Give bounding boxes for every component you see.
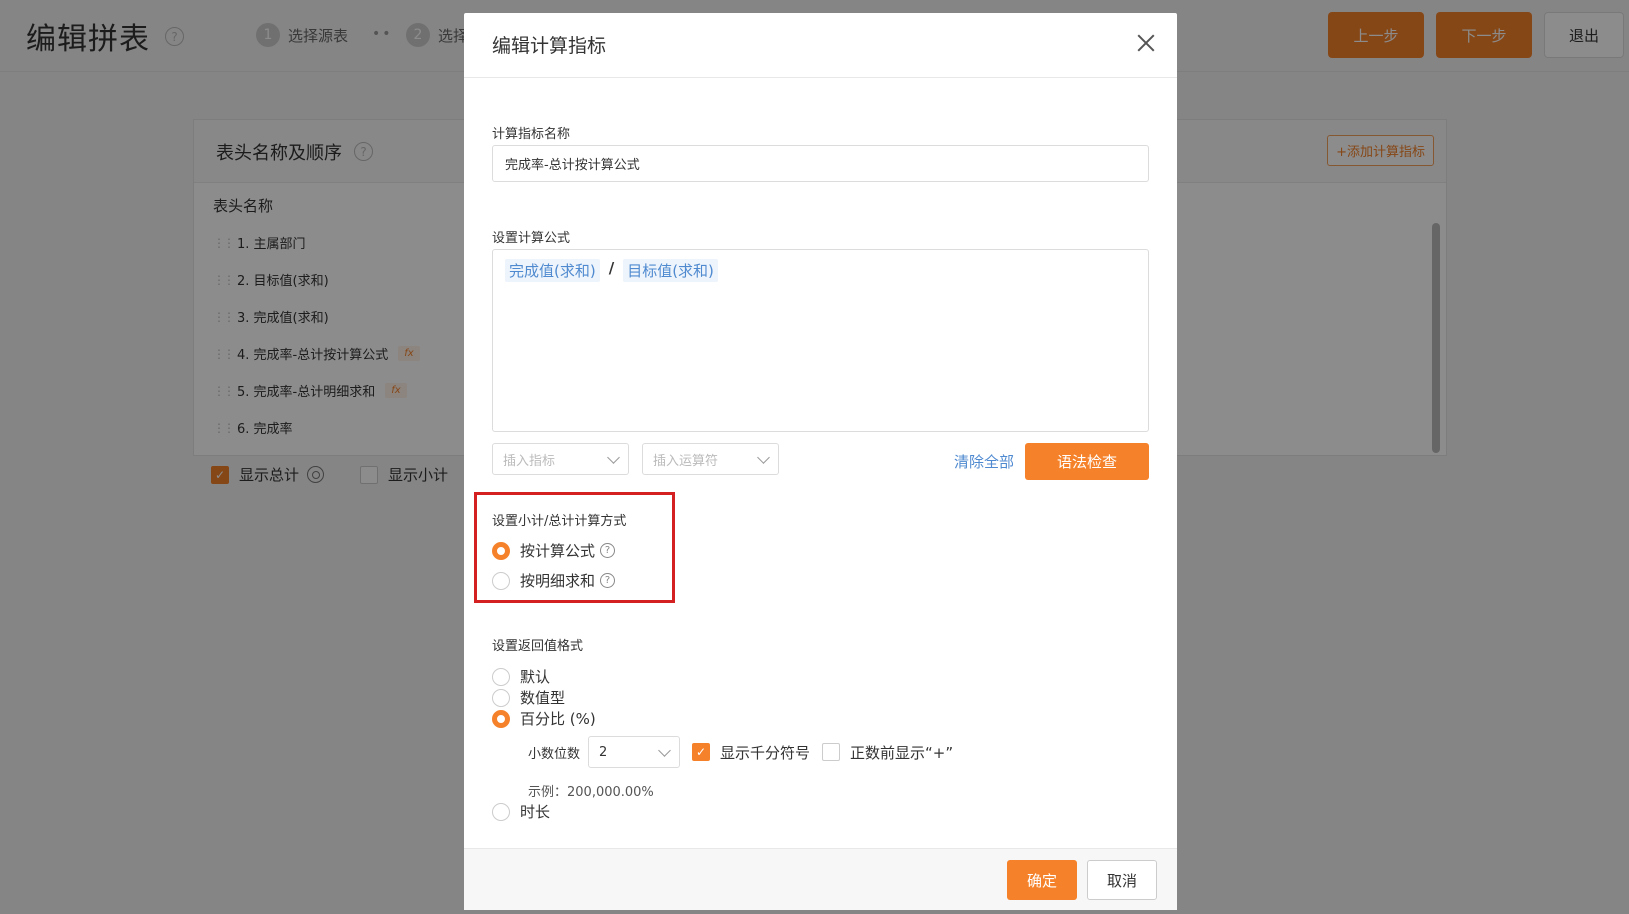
formula-token[interactable]: 完成值(求和) (505, 259, 600, 282)
radio-label: 默认 (520, 668, 551, 686)
plus-sign-checkbox[interactable] (822, 743, 841, 761)
formula-label: 设置计算公式 (492, 231, 571, 246)
return-format-label: 设置返回值格式 (492, 639, 584, 654)
help-icon[interactable]: ? (600, 573, 616, 588)
select-placeholder: 插入运算符 (653, 453, 719, 469)
radio-button[interactable] (492, 688, 510, 707)
radio-label: 数值型 (520, 689, 566, 707)
thousands-separator-checkbox[interactable]: ✓ (692, 743, 711, 761)
checkbox-label: 显示千分符号 (720, 743, 811, 762)
dialog-footer: 确定 取消 (464, 848, 1177, 910)
radio-button[interactable] (492, 571, 510, 590)
format-example: 示例：200,000.00% (528, 785, 654, 800)
help-icon[interactable]: ? (600, 543, 616, 558)
dialog-header: 编辑计算指标 (464, 13, 1177, 78)
decimal-places-label: 小数位数 (528, 746, 581, 762)
radio-label: 按计算公式 (520, 542, 596, 560)
percent-settings: 小数位数 2 ✓ 显示千分符号 正数前显示“+” (528, 736, 953, 768)
close-icon[interactable] (1133, 30, 1159, 56)
formula-editor[interactable]: 完成值(求和) / 目标值(求和) (492, 249, 1149, 432)
format-option-numeric[interactable]: 数值型 (492, 687, 565, 708)
decimal-places-select[interactable]: 2 (588, 736, 681, 768)
formula-token[interactable]: 目标值(求和) (623, 259, 718, 282)
insert-operator-select[interactable]: 插入运算符 (642, 443, 779, 475)
radio-label: 百分比 (%) (520, 710, 596, 728)
insert-metric-select[interactable]: 插入指标 (492, 443, 629, 475)
radio-button[interactable] (492, 541, 510, 560)
format-option-duration[interactable]: 时长 (492, 801, 550, 822)
radio-label: 按明细求和 (520, 572, 596, 590)
clear-all-link[interactable]: 清除全部 (954, 451, 1014, 472)
cancel-button[interactable]: 取消 (1087, 860, 1157, 900)
edit-calc-metric-dialog: 编辑计算指标 计算指标名称 完成率-总计按计算公式 设置计算公式 完成值(求和)… (464, 13, 1177, 910)
formula-operator: / (608, 259, 615, 277)
radio-button[interactable] (492, 709, 510, 728)
metric-name-input[interactable]: 完成率-总计按计算公式 (492, 145, 1149, 182)
syntax-check-button[interactable]: 语法检查 (1025, 443, 1149, 480)
checkbox-label: 正数前显示“+” (850, 743, 954, 762)
format-option-percent[interactable]: 百分比 (%) (492, 708, 596, 729)
subtotal-option-formula[interactable]: 按计算公式 ? (492, 540, 616, 561)
metric-name-label: 计算指标名称 (492, 127, 571, 142)
chevron-down-icon (757, 451, 770, 464)
radio-button[interactable] (492, 802, 510, 821)
ok-button[interactable]: 确定 (1007, 860, 1077, 900)
chevron-down-icon (607, 451, 620, 464)
radio-button[interactable] (492, 667, 510, 686)
dialog-title: 编辑计算指标 (492, 35, 607, 57)
select-placeholder: 插入指标 (503, 453, 556, 469)
select-value: 2 (599, 744, 608, 760)
subtotal-mode-label: 设置小计/总计计算方式 (492, 514, 627, 529)
thousands-separator-option[interactable]: ✓ 显示千分符号 (692, 742, 810, 763)
plus-sign-option[interactable]: 正数前显示“+” (822, 742, 953, 763)
format-option-default[interactable]: 默认 (492, 666, 550, 687)
chevron-down-icon (658, 744, 671, 757)
subtotal-option-sum[interactable]: 按明细求和 ? (492, 570, 616, 591)
radio-label: 时长 (520, 803, 551, 821)
